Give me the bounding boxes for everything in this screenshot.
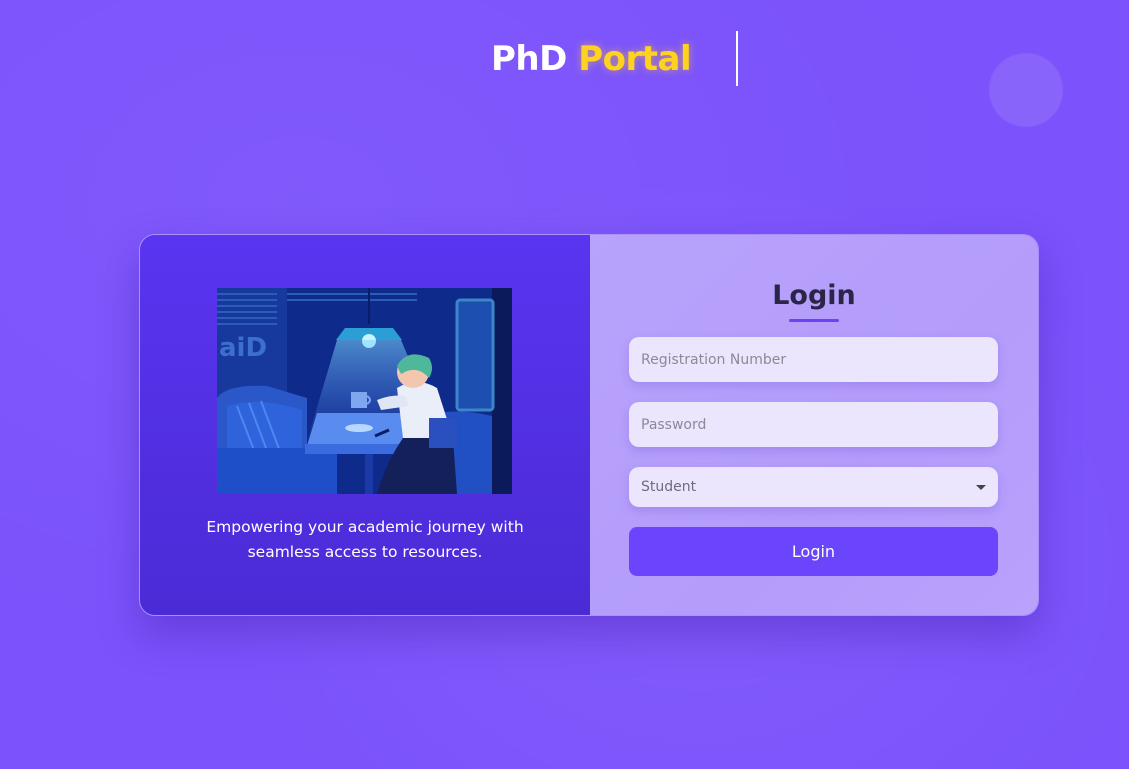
tagline-line-2: seamless access to resources. [247, 543, 483, 561]
welcome-panel: aiD Empowering your academic journey wit… [140, 235, 590, 615]
brand-primary-text: PhD [491, 39, 567, 79]
login-panel: Login Student Login [590, 235, 1038, 615]
site-brand: PhD Portal [491, 36, 692, 82]
registration-number-input[interactable] [629, 337, 998, 382]
role-select-value: Student [641, 479, 697, 495]
tagline-line-1: Empowering your academic journey with [206, 518, 524, 536]
title-underline [789, 319, 839, 322]
typing-cursor [736, 31, 738, 86]
role-select[interactable]: Student [629, 467, 998, 507]
password-input[interactable] [629, 402, 998, 447]
diner-illustration: aiD [217, 288, 512, 494]
chevron-down-icon [976, 484, 986, 490]
login-card: aiD Empowering your academic journey wit… [139, 234, 1039, 616]
brand-accent-text: Portal [578, 39, 692, 79]
login-button[interactable]: Login [629, 527, 998, 576]
tagline: Empowering your academic journey with se… [160, 515, 570, 565]
login-title: Login [772, 280, 856, 311]
svg-text:aiD: aiD [219, 333, 267, 363]
